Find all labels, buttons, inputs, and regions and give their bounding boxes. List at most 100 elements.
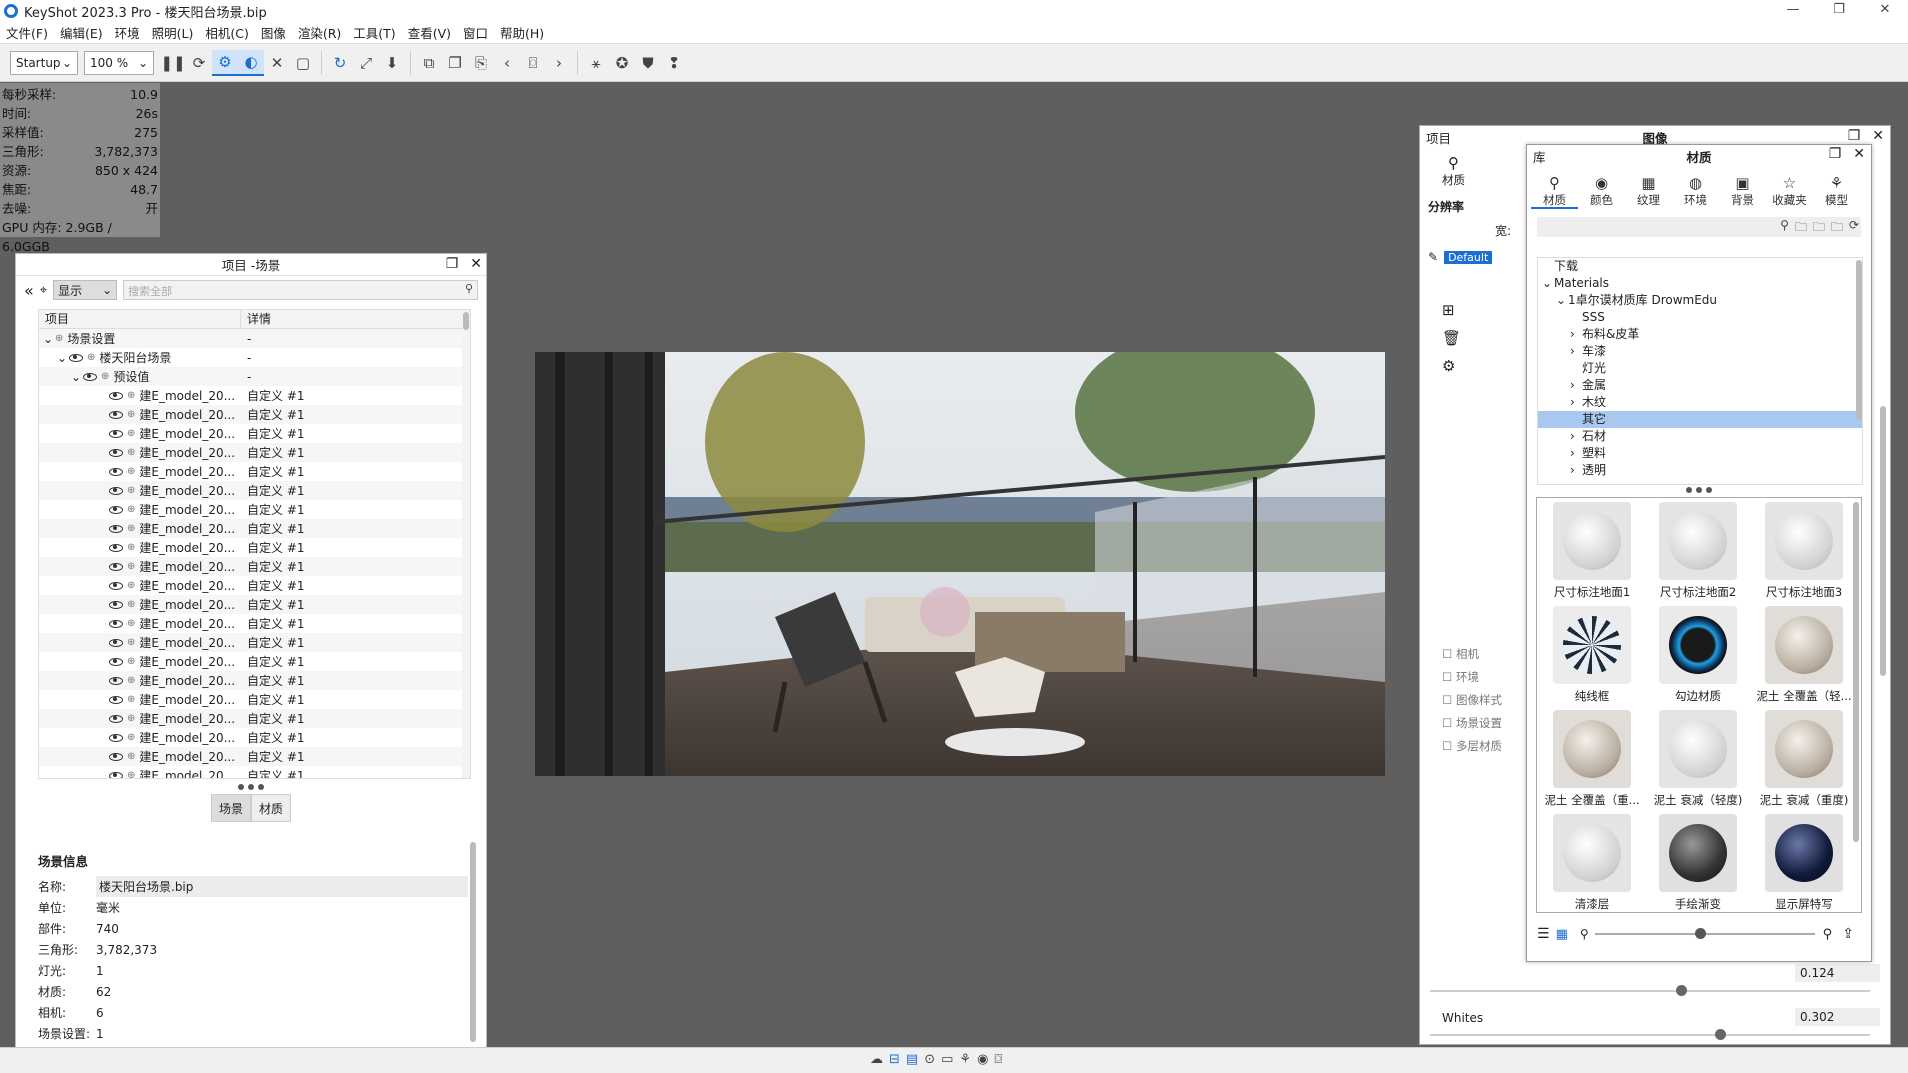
check-multilayer[interactable]: ☐ 多层材质 bbox=[1442, 738, 1502, 761]
paste-icon[interactable]: ⎘ bbox=[468, 50, 494, 76]
material-thumbnail[interactable]: 泥土 衰减（轻度) bbox=[1645, 710, 1751, 808]
check-camera[interactable]: ☐ 相机 bbox=[1442, 646, 1502, 669]
library-tab[interactable]: ⚘ 模型 bbox=[1813, 167, 1860, 209]
visibility-eye-icon[interactable] bbox=[69, 353, 83, 362]
light-manager-icon[interactable]: ❢ bbox=[661, 50, 687, 76]
table-row[interactable]: ⊕ 建E_model_20... 自定义 #1 bbox=[39, 766, 470, 778]
library-toggle-icon[interactable]: ▤ bbox=[906, 1052, 918, 1067]
library-search-input[interactable]: ⚲ 🗀 🗀 🗀 ⟳ bbox=[1537, 217, 1861, 237]
library-tree-scrollbar[interactable] bbox=[1856, 260, 1862, 420]
visibility-eye-icon[interactable] bbox=[109, 733, 123, 742]
menu-render[interactable]: 渲染(R) bbox=[292, 23, 347, 42]
menu-image[interactable]: 图像 bbox=[255, 23, 292, 42]
camera-icon[interactable]: ⌼ bbox=[520, 50, 546, 76]
visibility-eye-icon[interactable] bbox=[109, 714, 123, 723]
table-row[interactable]: ⊕ 建E_model_20... 自定义 #1 bbox=[39, 652, 470, 671]
visibility-eye-icon[interactable] bbox=[109, 657, 123, 666]
library-folder-item[interactable]: › 布料&皮革 bbox=[1538, 326, 1862, 343]
splitter-handle[interactable] bbox=[1527, 487, 1871, 493]
visibility-eye-icon[interactable] bbox=[109, 486, 123, 495]
library-tab[interactable]: ◍ 环境 bbox=[1672, 167, 1719, 209]
trash-icon[interactable]: 🗑 bbox=[1442, 329, 1461, 347]
library-tab[interactable]: ◉ 颜色 bbox=[1578, 167, 1625, 209]
project-search-input[interactable]: 搜索全部 ⚲ bbox=[123, 280, 478, 300]
shield-icon[interactable]: ⛊ bbox=[635, 50, 661, 76]
menu-environment[interactable]: 环境 bbox=[109, 23, 146, 42]
material-thumbnail[interactable]: 尺寸标注地面2 bbox=[1645, 502, 1751, 600]
fit-view-icon[interactable]: ⤢ bbox=[353, 50, 379, 76]
expand-chevron-icon[interactable]: › bbox=[1570, 377, 1582, 394]
table-row[interactable]: ⊕ 建E_model_20... 自定义 #1 bbox=[39, 671, 470, 690]
expand-chevron-icon[interactable]: › bbox=[1570, 326, 1582, 343]
library-folder-item[interactable]: 灯光 bbox=[1538, 360, 1862, 377]
check-environment[interactable]: ☐ 环境 bbox=[1442, 669, 1502, 692]
import-icon[interactable]: ⊟ bbox=[889, 1052, 900, 1067]
cloud-library-icon[interactable]: ☁ bbox=[870, 1052, 883, 1067]
menu-camera[interactable]: 相机(C) bbox=[199, 23, 254, 42]
rotate-icon[interactable]: ↻ bbox=[327, 50, 353, 76]
expand-chevron-icon[interactable]: ⌄ bbox=[57, 351, 69, 365]
library-folder-item[interactable]: › 透明 bbox=[1538, 462, 1862, 479]
scene-tree-scrollbar[interactable] bbox=[462, 310, 470, 778]
table-row[interactable]: ⊕ 建E_model_20... 自定义 #1 bbox=[39, 633, 470, 652]
splitter-handle[interactable] bbox=[16, 784, 486, 790]
table-row[interactable]: ⌄ ⊕ 楼天阳台场景 - bbox=[39, 348, 470, 367]
expand-chevron-icon[interactable]: › bbox=[1570, 343, 1582, 360]
library-folder-item[interactable]: › 金属 bbox=[1538, 377, 1862, 394]
visibility-eye-icon[interactable] bbox=[109, 752, 123, 761]
collapse-icon[interactable]: « bbox=[24, 281, 34, 300]
menu-tools[interactable]: 工具(T) bbox=[347, 23, 401, 42]
expand-chevron-icon[interactable]: › bbox=[1570, 428, 1582, 445]
table-row[interactable]: ⊕ 建E_model_20... 自定义 #1 bbox=[39, 481, 470, 500]
material-thumbnail[interactable]: 尺寸标注地面3 bbox=[1751, 502, 1857, 600]
refresh-icon[interactable]: ⟳ bbox=[1849, 218, 1859, 239]
upload-cloud-icon[interactable]: ⇪ bbox=[1842, 926, 1854, 942]
close-button[interactable]: ✕ bbox=[1862, 0, 1908, 22]
expand-chevron-icon[interactable]: › bbox=[1570, 445, 1582, 462]
chevron-right-icon[interactable]: › bbox=[546, 50, 572, 76]
project-toggle-icon[interactable]: ⊙ bbox=[924, 1052, 935, 1067]
visibility-eye-icon[interactable] bbox=[109, 467, 123, 476]
library-folder-item[interactable]: ⌄ 1卓尔谟材质库 DrowmEdu bbox=[1538, 292, 1862, 309]
expand-chevron-icon[interactable]: › bbox=[1570, 462, 1582, 479]
preset-select[interactable]: Startup ⌄ bbox=[10, 50, 78, 75]
table-row[interactable]: ⊕ 建E_model_20... 自定义 #1 bbox=[39, 405, 470, 424]
chevron-left-icon[interactable]: ‹ bbox=[494, 50, 520, 76]
table-row[interactable]: ⊕ 建E_model_20... 自定义 #1 bbox=[39, 595, 470, 614]
table-row[interactable]: ⊕ 建E_model_20... 自定义 #1 bbox=[39, 500, 470, 519]
material-thumbnail[interactable]: 泥土 衰减（重度) bbox=[1751, 710, 1857, 808]
table-row[interactable]: ⊕ 建E_model_20... 自定义 #1 bbox=[39, 709, 470, 728]
undock-icon[interactable]: ❐ bbox=[446, 256, 459, 272]
tab-material[interactable]: 材质 bbox=[251, 794, 291, 822]
add-folder-icon[interactable]: 🗀 bbox=[1795, 218, 1807, 239]
table-row[interactable]: ⊕ 建E_model_20... 自定义 #1 bbox=[39, 424, 470, 443]
library-folder-item[interactable]: SSS bbox=[1538, 309, 1862, 326]
column-header-item[interactable]: 项目 bbox=[39, 310, 241, 328]
slider-track-1[interactable] bbox=[1430, 990, 1870, 992]
expand-chevron-icon[interactable]: ⌄ bbox=[43, 332, 55, 346]
library-folder-item[interactable]: 下载 bbox=[1538, 258, 1862, 275]
library-tab[interactable]: ▣ 背景 bbox=[1719, 167, 1766, 209]
table-row[interactable]: ⌄ ⊕ 场景设置 - bbox=[39, 329, 470, 348]
whites-slider-handle[interactable] bbox=[1715, 1029, 1726, 1040]
scene-info-scrollbar[interactable] bbox=[470, 842, 476, 1042]
image-tab-material[interactable]: ⚲ 材质 bbox=[1442, 154, 1465, 188]
library-folder-item[interactable]: › 石材 bbox=[1538, 428, 1862, 445]
expand-chevron-icon[interactable]: ⌄ bbox=[1542, 275, 1554, 292]
add-preset-icon[interactable]: ⊞ bbox=[1442, 301, 1461, 319]
menu-view[interactable]: 查看(V) bbox=[402, 23, 457, 42]
material-thumbnail[interactable]: 手绘渐变 bbox=[1645, 814, 1751, 912]
value-field-1[interactable]: 0.124 bbox=[1795, 964, 1880, 982]
table-row[interactable]: ⊕ 建E_model_20... 自定义 #1 bbox=[39, 576, 470, 595]
refresh-render-icon[interactable]: ⟳ bbox=[186, 50, 212, 76]
library-folder-item[interactable]: › 塑料 bbox=[1538, 445, 1862, 462]
visibility-eye-icon[interactable] bbox=[109, 410, 123, 419]
table-row[interactable]: ⊕ 建E_model_20... 自定义 #1 bbox=[39, 538, 470, 557]
grid-view-icon[interactable]: ▦ bbox=[1556, 927, 1568, 942]
table-row[interactable]: ⊕ 建E_model_20... 自定义 #1 bbox=[39, 519, 470, 538]
select-tool-icon[interactable]: ⌖ bbox=[40, 283, 47, 298]
visibility-eye-icon[interactable] bbox=[109, 448, 123, 457]
menu-lighting[interactable]: 照明(L) bbox=[146, 23, 200, 42]
close-icon[interactable]: ✕ bbox=[1853, 146, 1865, 162]
table-row[interactable]: ⊕ 建E_model_20... 自定义 #1 bbox=[39, 557, 470, 576]
